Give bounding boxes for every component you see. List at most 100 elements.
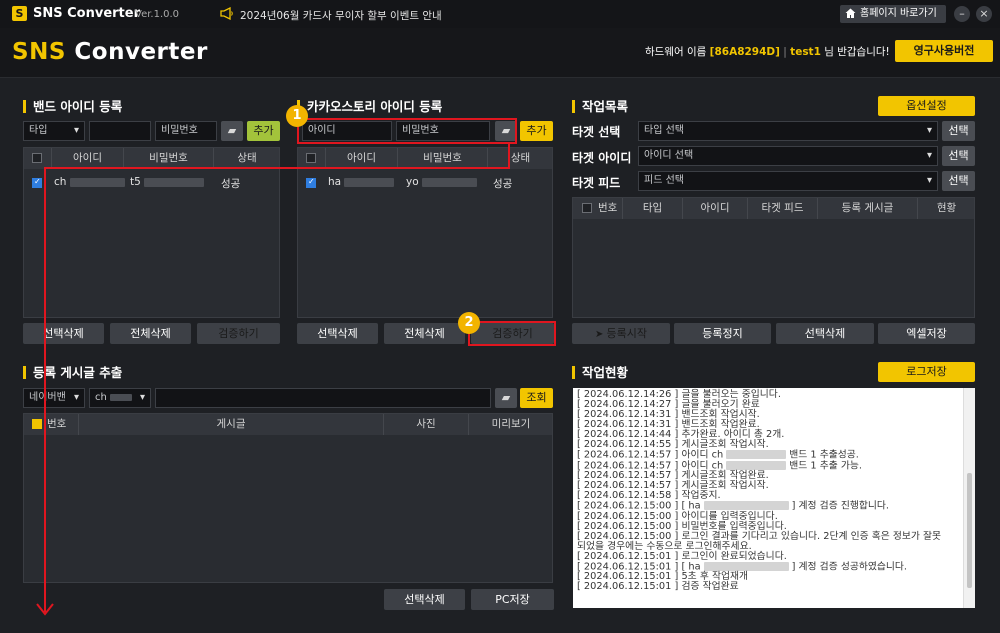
kakao-delete-all-button[interactable]: 전체삭제 — [384, 323, 465, 344]
kakao-add-button[interactable]: 추가 — [520, 121, 553, 141]
status-panel-title: 작업현황 — [572, 366, 628, 379]
pc-save-button[interactable]: PC저장 — [471, 589, 554, 610]
row-status: 성공 — [493, 178, 513, 190]
col-pw: 비밀번호 — [124, 148, 214, 169]
target-feed-select[interactable]: 피드 선택 — [638, 171, 938, 191]
target-type-select-button[interactable]: 선택 — [942, 121, 975, 141]
row-checkbox[interactable] — [306, 177, 316, 188]
col-type: 타입 — [623, 198, 683, 219]
kakao-table-header: 아이디 비밀번호 상태 — [298, 148, 552, 169]
username: test1 — [790, 46, 821, 58]
highlight-box-verify — [468, 321, 556, 346]
row-id: ha — [328, 176, 395, 188]
target-type-select[interactable]: 타입 선택 — [638, 121, 938, 141]
band-add-button[interactable]: 추가 — [247, 121, 280, 141]
masked-pw — [421, 177, 477, 187]
log-scrollbar[interactable] — [963, 388, 975, 608]
extract-search-input[interactable] — [155, 388, 491, 408]
tasks-select-all-checkbox[interactable] — [582, 203, 592, 213]
target-id-select[interactable]: 아이디 선택 — [638, 146, 938, 166]
band-delete-all-button[interactable]: 전체삭제 — [110, 323, 191, 344]
minimize-button[interactable]: – — [954, 6, 970, 22]
brand-converter: Converter — [74, 39, 208, 65]
band-pw-input[interactable]: 비밀번호 — [155, 121, 217, 141]
target-feed-select-button[interactable]: 선택 — [942, 171, 975, 191]
band-id-input[interactable] — [89, 121, 151, 141]
stop-register-button[interactable]: 등록정지 — [674, 323, 771, 344]
extract-folder-button[interactable]: ▰ — [495, 388, 517, 408]
log-message: 로그인이 완료되었습니다. — [681, 550, 787, 562]
row-checkbox[interactable] — [32, 177, 42, 188]
kakao-delete-selected-button[interactable]: 선택삭제 — [297, 323, 378, 344]
app-name: SNS Converter — [33, 6, 141, 21]
masked-pw — [144, 177, 205, 187]
target-id-select-button[interactable]: 선택 — [942, 146, 975, 166]
log-message-suffix: ] 계정 검증 성공하였습니다. — [791, 561, 908, 572]
col-pw: 비밀번호 — [398, 148, 488, 169]
send-icon: ➤ — [594, 329, 607, 340]
close-button[interactable]: × — [976, 6, 992, 22]
log-message: 작업중지. — [681, 490, 721, 501]
log-area[interactable]: [ 2024.06.12.14:26 ] 글을 불러오는 중입니다.[ 2024… — [573, 388, 975, 608]
band-verify-button[interactable]: 검증하기 — [197, 323, 280, 344]
permanent-version-button[interactable]: 영구사용버전 — [895, 40, 993, 62]
log-message-suffix: 밴드 1 추출 가능. — [789, 460, 862, 471]
excel-save-button[interactable]: 엑셀저장 — [878, 323, 975, 344]
col-status: 상태 — [237, 152, 257, 164]
log-timestamp: [ 2024.06.12.15:01 ] — [577, 550, 679, 562]
hw-label: 하드웨어 이름 — [645, 46, 707, 58]
col-no-label: 번호 — [598, 202, 618, 214]
tasks-panel-title: 작업목록 — [572, 100, 628, 113]
title-bar: S SNS Converter Ver.1.0.0 2024년06월 카드사 무… — [0, 0, 1000, 28]
band-delete-selected-button[interactable]: 선택삭제 — [23, 323, 104, 344]
account-select-text: ch — [95, 392, 107, 403]
col-feed: 타겟 피드 — [748, 198, 818, 219]
col-id: 아이디 — [683, 198, 748, 219]
band-type-select[interactable]: 타입 — [23, 121, 85, 141]
log-line: [ 2024.06.12.14:57 ] 아이디 ch 밴드 1 추출성공. — [573, 450, 975, 461]
home-icon — [845, 8, 856, 18]
extract-delete-selected-button[interactable]: 선택삭제 — [384, 589, 465, 610]
options-button[interactable]: 옵션설정 — [878, 96, 975, 116]
band-folder-button[interactable]: ▰ — [221, 121, 243, 141]
col-no-label: 번호 — [47, 418, 67, 430]
kakao-panel-title: 카카오스토리 아이디 등록 — [297, 100, 442, 113]
log-message: 아이디 ch — [681, 449, 724, 461]
homepage-button[interactable]: 홈페이지 바로가기 — [840, 5, 946, 23]
log-line: [ 2024.06.12.15:01 ] 검증 작업완료 — [573, 582, 975, 592]
target-feed-label: 타겟 피드 — [572, 176, 621, 190]
row-pw-text: t5 — [130, 176, 141, 188]
log-message-suffix: ] 계정 검증 진행합니다. — [791, 500, 890, 512]
account-select[interactable]: ch — [89, 388, 151, 408]
row-status: 성공 — [221, 178, 241, 190]
brand-sns: SNS — [12, 39, 66, 65]
app-logo-icon: S — [12, 6, 27, 21]
masked-text — [703, 561, 789, 571]
masked-account — [110, 393, 133, 401]
kakao-select-all-checkbox[interactable] — [306, 153, 316, 163]
log-message-suffix: 밴드 1 추출성공. — [789, 449, 859, 461]
tasks-delete-selected-button[interactable]: 선택삭제 — [776, 323, 874, 344]
log-timestamp: [ 2024.06.12.14:58 ] — [577, 490, 679, 501]
platform-select[interactable]: 네이버밴 — [23, 388, 85, 408]
kakao-table: 아이디 비밀번호 상태 ha yo 성공 — [297, 147, 553, 318]
hardware-info: 하드웨어 이름 [86A8294D] | test1 님 반갑습니다! — [645, 46, 890, 58]
extract-table-header: 번호 게시글 사진 미리보기 — [24, 414, 552, 435]
folder-icon: ▰ — [501, 391, 511, 404]
log-timestamp: [ 2024.06.12.14:57 ] — [577, 449, 679, 461]
log-scroll-thumb[interactable] — [967, 473, 972, 588]
log-message: 검증 작업완료 — [681, 581, 739, 592]
notice-text[interactable]: 2024년06월 카드사 무이자 할부 이벤트 안내 — [240, 8, 442, 23]
log-line: [ 2024.06.12.14:55 ] 게시글조회 작업시작. — [573, 440, 975, 450]
masked-text — [726, 460, 787, 470]
row-id-text: ch — [54, 176, 67, 188]
tasks-table: 번호 타입 아이디 타겟 피드 등록 게시글 현황 — [572, 197, 975, 318]
extract-select-all-checkbox[interactable] — [32, 419, 42, 429]
col-posts: 등록 게시글 — [818, 198, 918, 219]
start-register-button[interactable]: ➤ 등록시작 — [572, 323, 670, 344]
band-panel-title: 밴드 아이디 등록 — [23, 100, 122, 113]
band-select-all-checkbox[interactable] — [32, 153, 42, 163]
log-save-button[interactable]: 로그저장 — [878, 362, 975, 382]
extract-search-button[interactable]: 조회 — [520, 388, 553, 408]
greeting: 님 반갑습니다! — [824, 46, 890, 58]
